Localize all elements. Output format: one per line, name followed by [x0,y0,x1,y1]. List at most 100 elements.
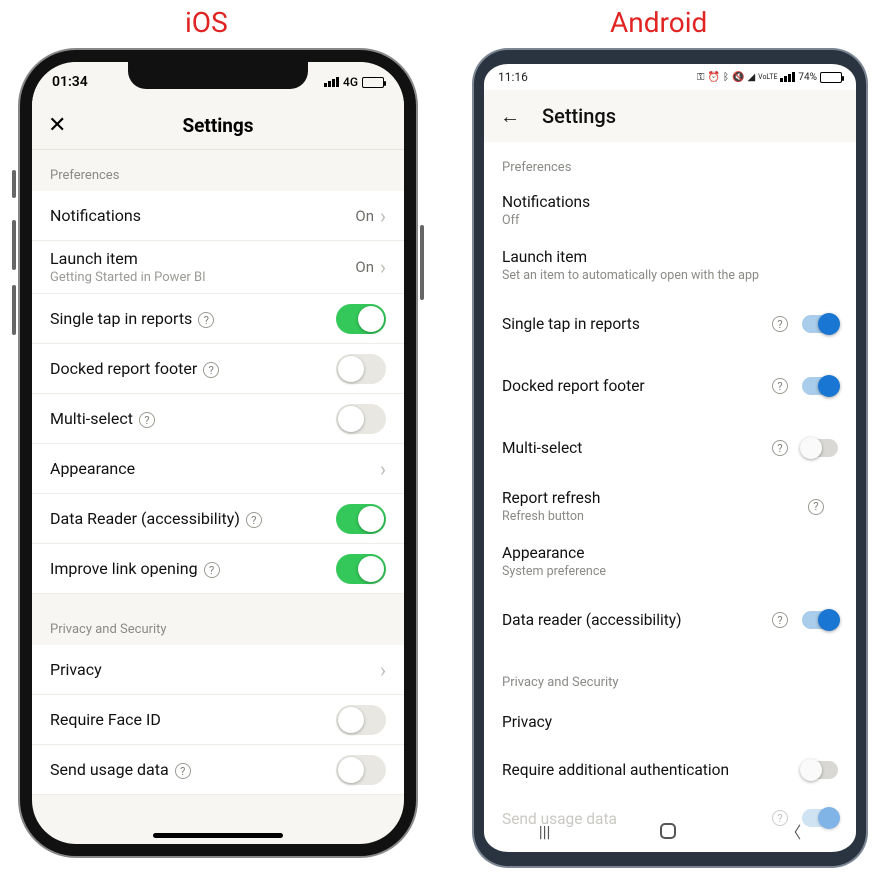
chevron-right-icon: › [380,658,386,682]
help-icon[interactable]: ? [198,312,214,328]
close-icon[interactable]: ✕ [48,113,66,138]
row-appearance[interactable]: Appearance System preference [484,534,856,589]
nav-back-icon[interactable]: 〈 [785,819,801,843]
row-data-reader: Data reader (accessibility) ? [484,589,856,651]
row-single-tap: Single tap in reports ? [484,293,856,355]
iphone-mute-switch [12,170,16,198]
vpn-icon: ⚿ [697,72,705,83]
section-header-preferences: Preferences [484,142,856,183]
ios-network: 4G [343,75,358,89]
label-data-reader: Data reader (accessibility) [502,611,772,629]
row-face-id: Require Face ID [32,695,404,745]
help-icon[interactable]: ? [139,412,155,428]
toggle-single-tap[interactable] [802,315,838,333]
lte-icon: VoLTE [758,73,777,81]
toggle-docked-footer[interactable] [802,377,838,395]
sub-report-refresh: Refresh button [502,509,808,524]
battery-icon [820,72,842,83]
label-privacy: Privacy [502,713,838,731]
label-multi-select: Multi-select [50,409,133,428]
toggle-multi-select[interactable] [336,404,386,434]
help-icon[interactable]: ? [772,378,788,394]
value-notifications: On [355,207,374,225]
help-icon[interactable]: ? [175,763,191,779]
label-multi-select: Multi-select [502,439,772,457]
signal-icon [780,72,795,82]
help-icon[interactable]: ? [203,362,219,378]
ios-title-bar: ✕ Settings [32,102,404,150]
iphone-notch [128,61,308,89]
label-single-tap: Single tap in reports [502,315,772,333]
label-launch-item: Launch item [502,248,838,266]
row-usage-data: Send usage data? [32,745,404,795]
toggle-link-opening[interactable] [336,554,386,584]
toggle-docked-footer[interactable] [336,354,386,384]
label-docked-footer: Docked report footer [50,359,197,378]
alarm-icon: ⏰ [708,72,720,83]
chevron-right-icon: › [380,204,386,228]
platform-label-ios: iOS [185,6,228,39]
row-privacy[interactable]: Privacy › [32,645,404,695]
value-launch-item: On [355,258,374,276]
label-docked-footer: Docked report footer [502,377,772,395]
row-privacy[interactable]: Privacy [484,698,856,746]
toggle-auth[interactable] [802,761,838,779]
chevron-right-icon: › [380,457,386,481]
iphone-power [420,225,424,300]
row-notifications[interactable]: Notifications Off [484,183,856,238]
label-launch-item: Launch item [50,249,355,268]
home-indicator[interactable] [153,833,283,838]
sub-notifications: Off [502,213,838,228]
nav-recents-icon[interactable]: ||| [539,822,551,841]
sub-launch-item: Getting Started in Power BI [50,270,355,285]
row-report-refresh[interactable]: Report refresh Refresh button ? [484,479,856,534]
row-launch-item[interactable]: Launch item Getting Started in Power BI … [32,241,404,294]
row-docked-footer: Docked report footer? [32,344,404,394]
label-privacy: Privacy [50,660,380,679]
wifi-icon: ◢ [747,72,755,83]
row-appearance[interactable]: Appearance › [32,444,404,494]
section-header-preferences: Preferences [32,150,404,191]
toggle-usage-data[interactable] [336,755,386,785]
label-data-reader: Data Reader (accessibility) [50,509,240,528]
back-icon[interactable]: ← [500,104,520,129]
iphone-vol-down [12,285,16,335]
toggle-data-reader[interactable] [802,611,838,629]
label-face-id: Require Face ID [50,710,161,729]
label-report-refresh: Report refresh [502,489,808,507]
battery-icon [362,77,384,88]
label-appearance: Appearance [50,459,380,478]
ios-status-time: 01:34 [52,74,88,90]
label-usage-data: Send usage data [50,760,169,779]
row-link-opening: Improve link opening? [32,544,404,594]
signal-icon [324,77,339,87]
help-icon[interactable]: ? [772,612,788,628]
battery-pct: 74% [798,72,817,83]
row-notifications[interactable]: Notifications On › [32,191,404,241]
android-status-bar: 11:16 ⚿ ⏰ ᛒ 🔇 ◢ VoLTE 74% [484,64,856,90]
help-icon[interactable]: ? [246,512,262,528]
toggle-face-id[interactable] [336,705,386,735]
mute-icon: 🔇 [732,72,744,83]
help-icon[interactable]: ? [808,499,824,515]
sub-launch-item: Set an item to automatically open with t… [502,268,838,283]
toggle-single-tap[interactable] [336,304,386,334]
label-single-tap: Single tap in reports [50,309,192,328]
iphone-vol-up [12,220,16,270]
help-icon[interactable]: ? [772,316,788,332]
toggle-multi-select[interactable] [802,439,838,457]
toggle-data-reader[interactable] [336,504,386,534]
row-docked-footer: Docked report footer ? [484,355,856,417]
iphone-frame: 01:34 4G ✕ Settings Preferences Notifica… [20,50,416,856]
help-icon[interactable]: ? [772,440,788,456]
chevron-right-icon: › [380,255,386,279]
nav-home-icon[interactable] [660,823,676,839]
platform-label-android: Android [610,6,707,39]
bluetooth-icon: ᛒ [723,72,729,83]
help-icon[interactable]: ? [204,562,220,578]
android-nav-bar: ||| 〈 [484,810,856,852]
row-launch-item[interactable]: Launch item Set an item to automatically… [484,238,856,293]
section-header-privacy: Privacy and Security [32,594,404,645]
label-link-opening: Improve link opening [50,559,198,578]
page-title: Settings [32,114,404,137]
